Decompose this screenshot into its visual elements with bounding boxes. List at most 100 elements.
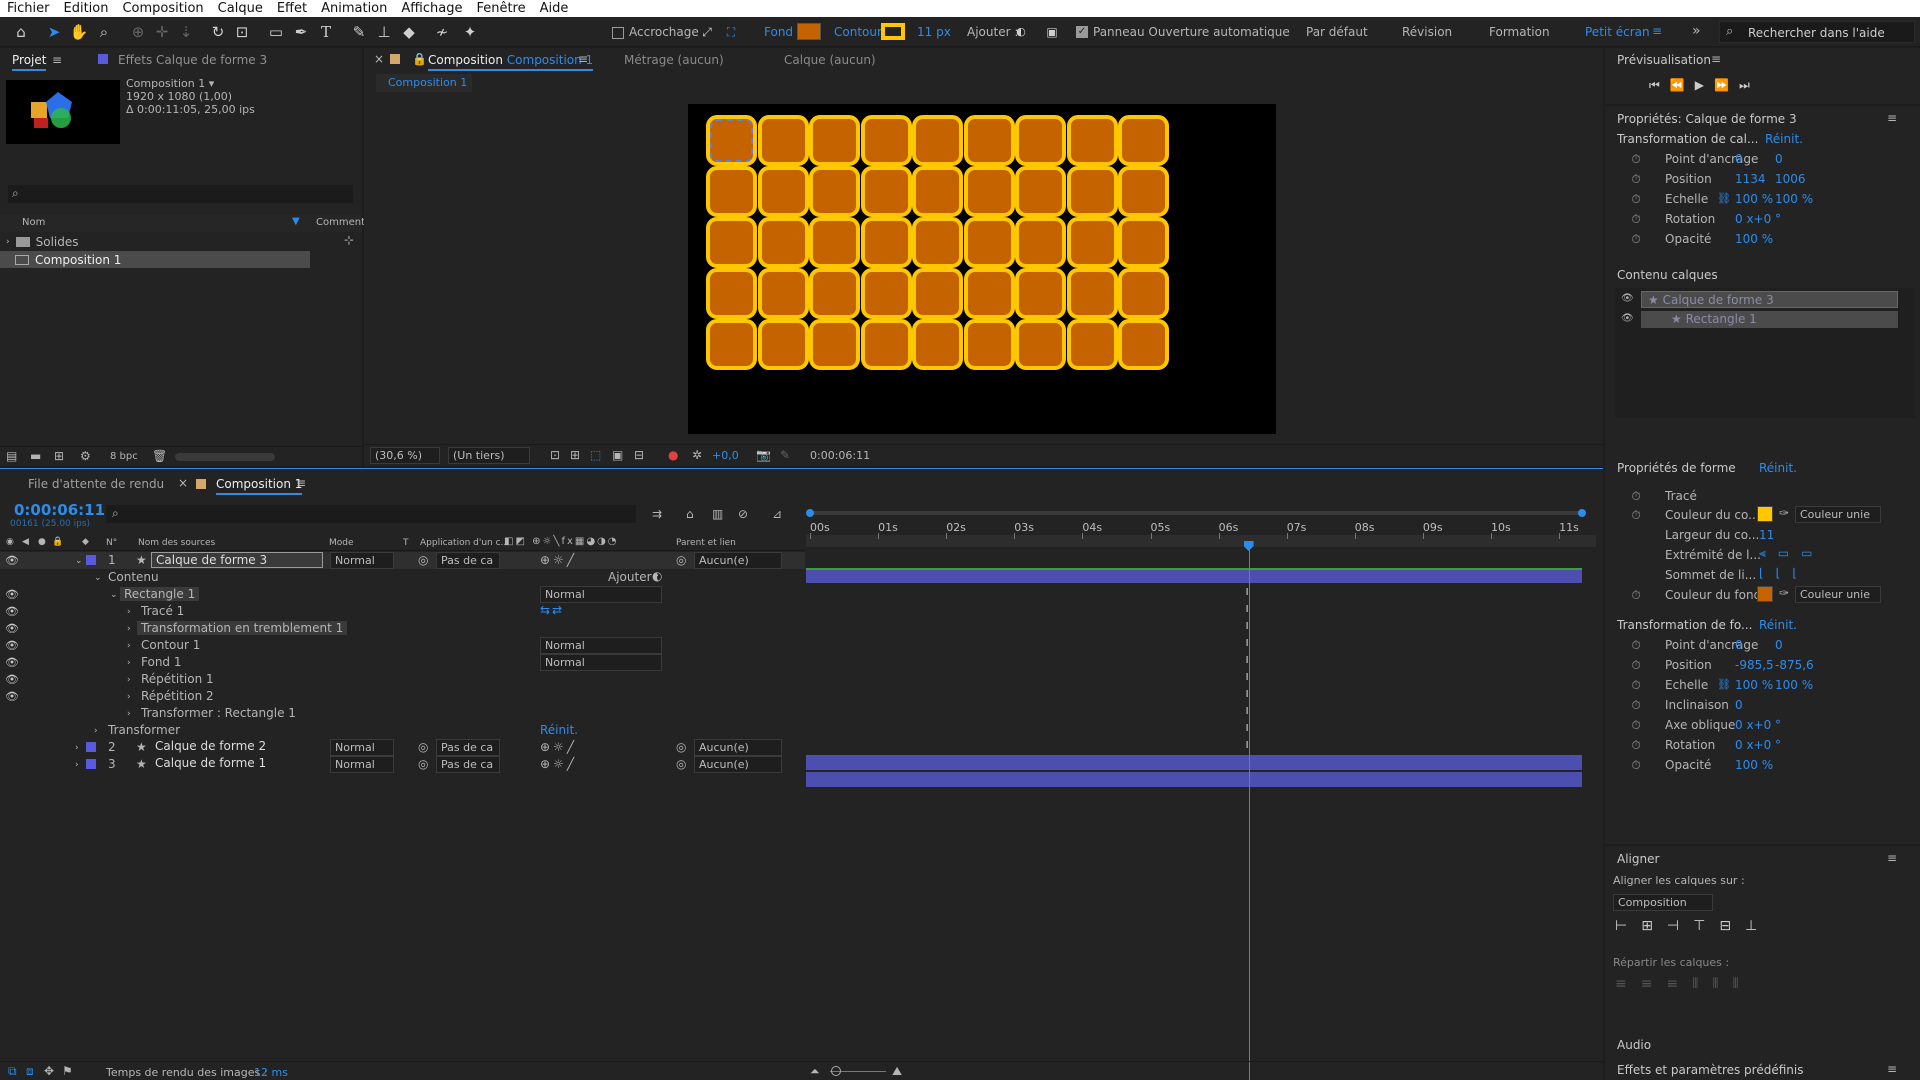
work-area-start-handle[interactable] <box>806 509 814 517</box>
delete-icon[interactable]: 🗑 <box>152 449 167 463</box>
region-of-interest-icon[interactable]: ⊡ <box>550 448 560 462</box>
prop-value-2[interactable]: 1006 <box>1775 172 1806 186</box>
stamp-tool-icon[interactable]: ⊥ <box>374 22 394 42</box>
add-menu-icon[interactable]: ◐ <box>1011 22 1031 42</box>
selection-tool-icon[interactable]: ➤ <box>44 22 64 42</box>
viewer-timecode[interactable]: 0:00:06:11 <box>810 449 870 462</box>
prop-value-1[interactable]: 100 % <box>1735 232 1773 246</box>
sort-icon[interactable]: ▼ <box>292 216 300 227</box>
expand-arrow-icon[interactable]: › <box>127 641 131 651</box>
hand-tool-icon[interactable]: ✋ <box>69 22 89 42</box>
layer-transform-reset[interactable]: Réinit. <box>1765 132 1803 146</box>
resolution-dropdown[interactable]: (Un tiers) <box>448 447 530 464</box>
zoom-in-icon[interactable]: ⛰ <box>892 1064 902 1079</box>
roto-brush-icon[interactable]: ≁ <box>432 22 452 42</box>
render-time-toggle-icon[interactable]: ⚑ <box>62 1064 73 1078</box>
properties-menu-icon[interactable]: ≡ <box>1887 111 1897 125</box>
help-search-box[interactable]: ⌕ Rechercher dans l'aide <box>1719 21 1915 43</box>
anchor-tool-icon[interactable]: ⊡ <box>232 22 252 42</box>
orbit-tool-icon[interactable]: ⊕ <box>128 22 148 42</box>
expand-arrow-icon[interactable]: › <box>127 675 131 685</box>
workspace-default[interactable]: Par défaut <box>1306 25 1368 39</box>
stroke-width-value[interactable]: 11 <box>1759 528 1774 542</box>
zoom-dropdown[interactable]: (30,6 %) <box>370 447 440 464</box>
lock-icon[interactable]: 🔒 <box>412 52 427 66</box>
channel-icon[interactable]: ● <box>668 448 678 462</box>
prop-value-1[interactable]: 0 x+0 ° <box>1735 718 1781 732</box>
cap-buttons[interactable]: ⫷▭▭ <box>1759 546 1824 561</box>
stroke-label[interactable]: Contour <box>834 25 882 39</box>
layer-name[interactable]: Calque de forme 3 <box>151 552 323 568</box>
stopwatch-icon[interactable]: ⏱ <box>1629 588 1643 602</box>
shape-transform-reset[interactable]: Réinit. <box>1759 618 1797 632</box>
stroke-color-swatch[interactable] <box>881 23 905 40</box>
label-color-icon[interactable] <box>86 742 96 752</box>
new-comp-icon[interactable]: ⊞ <box>54 449 64 463</box>
tab-project[interactable]: Projet <box>12 53 47 71</box>
prop-value-1[interactable]: 1134 <box>1735 172 1766 186</box>
repeater-2-group[interactable]: 👁 › Répétition 2 <box>0 688 805 705</box>
prop-value-2[interactable]: 100 % <box>1775 678 1813 692</box>
blend-mode-dropdown[interactable]: Normal <box>330 552 394 569</box>
project-search-input[interactable]: ⌕ <box>8 185 353 203</box>
transform-rect-group[interactable]: › Transformer : Rectangle 1 <box>0 705 805 722</box>
expand-arrow-icon[interactable]: › <box>75 743 79 753</box>
timeline-menu-icon[interactable]: ≡ <box>296 476 306 490</box>
guides-icon[interactable]: ▣ <box>612 448 623 462</box>
stopwatch-icon[interactable]: ⏱ <box>1629 698 1643 712</box>
expand-arrow-icon[interactable]: › <box>127 624 131 634</box>
playhead-line[interactable] <box>1248 541 1250 1080</box>
label-color-icon[interactable] <box>86 759 96 769</box>
pick-whip-icon[interactable]: ◎ <box>676 740 686 754</box>
stopwatch-icon[interactable]: ⏱ <box>1629 738 1643 752</box>
grid-icon[interactable]: ⊟ <box>634 448 644 462</box>
timeline-search-input[interactable]: ⌕ <box>106 505 636 523</box>
workspace-learning[interactable]: Formation <box>1489 25 1550 39</box>
layer-bar-2[interactable] <box>806 755 1582 770</box>
prop-value-1[interactable]: 100 % <box>1735 758 1773 772</box>
effects-menu-icon[interactable]: ≡ <box>1887 1062 1897 1076</box>
zoom-out-icon[interactable]: ⏶ <box>810 1064 820 1079</box>
eyedropper-icon[interactable]: ✑ <box>1779 506 1789 520</box>
align-menu-icon[interactable]: ≡ <box>1887 851 1897 865</box>
prop-value-1[interactable]: -985,5 <box>1735 658 1774 672</box>
stopwatch-icon[interactable]: ⏱ <box>1629 638 1643 652</box>
constrain-proportions-icon[interactable]: ⛓ <box>1717 678 1731 691</box>
prop-value-2[interactable]: 0 <box>1775 152 1783 166</box>
expand-arrow-icon[interactable]: › <box>127 658 131 668</box>
tab-layer[interactable]: Calque (aucun) <box>784 53 876 67</box>
visibility-eye-icon[interactable]: 👁 <box>5 605 19 618</box>
col-number[interactable]: N° <box>106 538 117 548</box>
visibility-eye-icon[interactable]: 👁 <box>5 588 19 601</box>
layer-name[interactable]: Calque de forme 2 <box>151 739 323 755</box>
fill-label[interactable]: Fond <box>764 25 793 39</box>
interpret-footage-icon[interactable]: ▤ <box>6 449 17 463</box>
eye-icon[interactable]: 👁 <box>1621 293 1634 304</box>
overflow-icon[interactable]: » <box>1692 23 1701 39</box>
rectangle-tool-icon[interactable]: ▭ <box>266 22 286 42</box>
visibility-eye-icon[interactable] <box>5 742 19 754</box>
visibility-eye-icon[interactable]: 👁 <box>5 690 19 703</box>
add-shape-icon[interactable]: ◐ <box>652 569 662 583</box>
comp-flowchart-icon[interactable]: ⇉ <box>652 507 662 521</box>
comp-name-dropdown[interactable]: Composition 1 ▾ <box>126 77 214 90</box>
expand-arrow-icon[interactable]: ⌄ <box>94 573 102 583</box>
menu-4[interactable]: Effet <box>270 1 314 16</box>
stroke-mode-dropdown[interactable]: Normal <box>540 637 662 654</box>
prop-value-1[interactable]: 0 <box>1735 152 1743 166</box>
close-icon[interactable]: × <box>178 476 188 490</box>
expand-arrow-icon[interactable]: ⌄ <box>110 590 118 600</box>
fill-mode-dropdown[interactable]: Normal <box>540 654 662 671</box>
stopwatch-icon[interactable]: ⏱ <box>1629 758 1643 772</box>
path-group[interactable]: 👁 › Tracé 1 ⇆⇄ <box>0 603 805 620</box>
preserve-transparency-icon[interactable]: ◎ <box>418 757 428 771</box>
menu-2[interactable]: Composition <box>115 1 210 16</box>
text-tool-icon[interactable]: T <box>316 22 336 42</box>
viewer-menu-icon[interactable]: ≡ <box>578 52 588 66</box>
label-color-icon[interactable] <box>86 555 96 565</box>
draft-3d-icon[interactable]: ⌂ <box>686 507 694 521</box>
stopwatch-icon[interactable]: ⏱ <box>1629 212 1643 226</box>
menu-0[interactable]: Fichier <box>0 1 57 16</box>
layer-switches[interactable]: ⊕☼╱ <box>540 757 577 771</box>
thumbnail-slider[interactable] <box>175 453 275 461</box>
